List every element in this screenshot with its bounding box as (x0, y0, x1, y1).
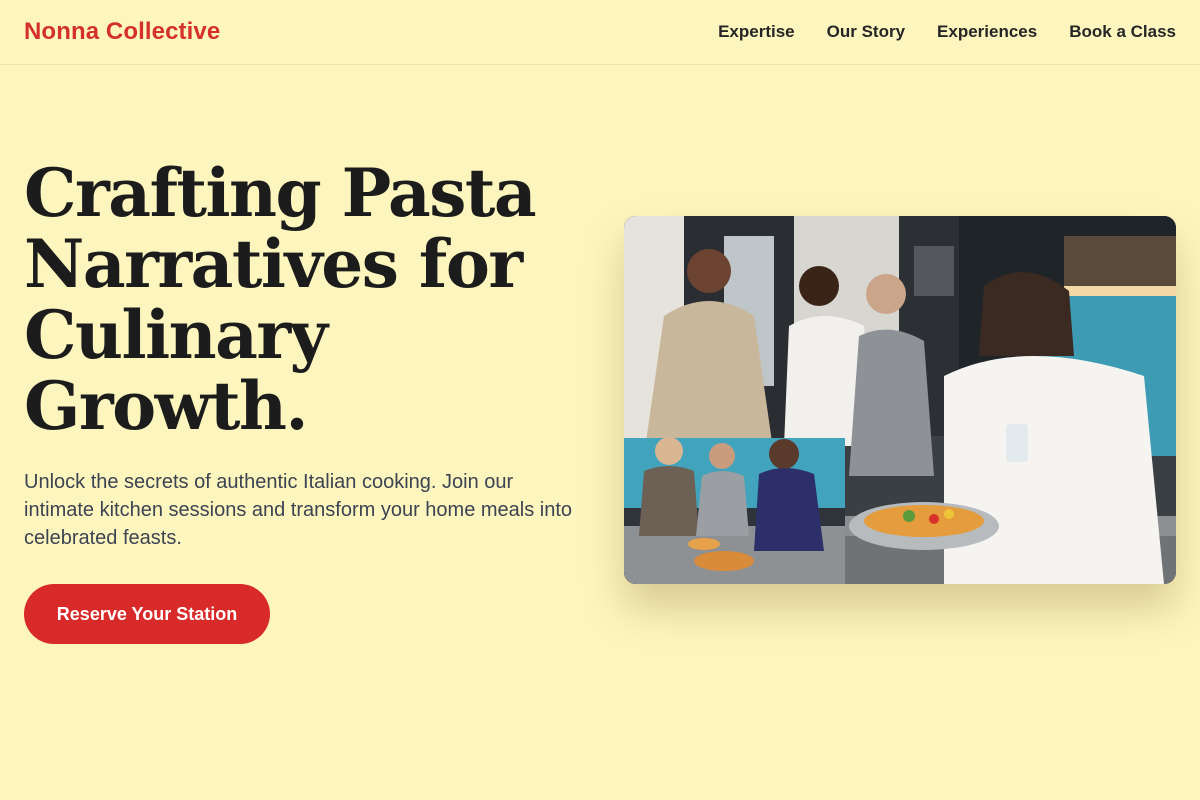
nav-item-book-a-class[interactable]: Book a Class (1069, 22, 1176, 42)
kitchen-photo (624, 216, 1176, 584)
reserve-station-button[interactable]: Reserve Your Station (24, 584, 270, 644)
hero-title: Crafting Pasta Narratives for Culinary G… (24, 154, 537, 445)
site-header: Nonna Collective Expertise Our Story Exp… (0, 0, 1200, 65)
hero-image (624, 216, 1176, 584)
main-nav: Expertise Our Story Experiences Book a C… (718, 22, 1176, 42)
nav-item-expertise[interactable]: Expertise (718, 22, 795, 42)
brand-logo[interactable]: Nonna Collective (24, 18, 220, 46)
nav-item-experiences[interactable]: Experiences (937, 22, 1037, 42)
nav-item-our-story[interactable]: Our Story (827, 22, 905, 42)
hero-subtitle: Unlock the secrets of authentic Italian … (24, 471, 573, 549)
